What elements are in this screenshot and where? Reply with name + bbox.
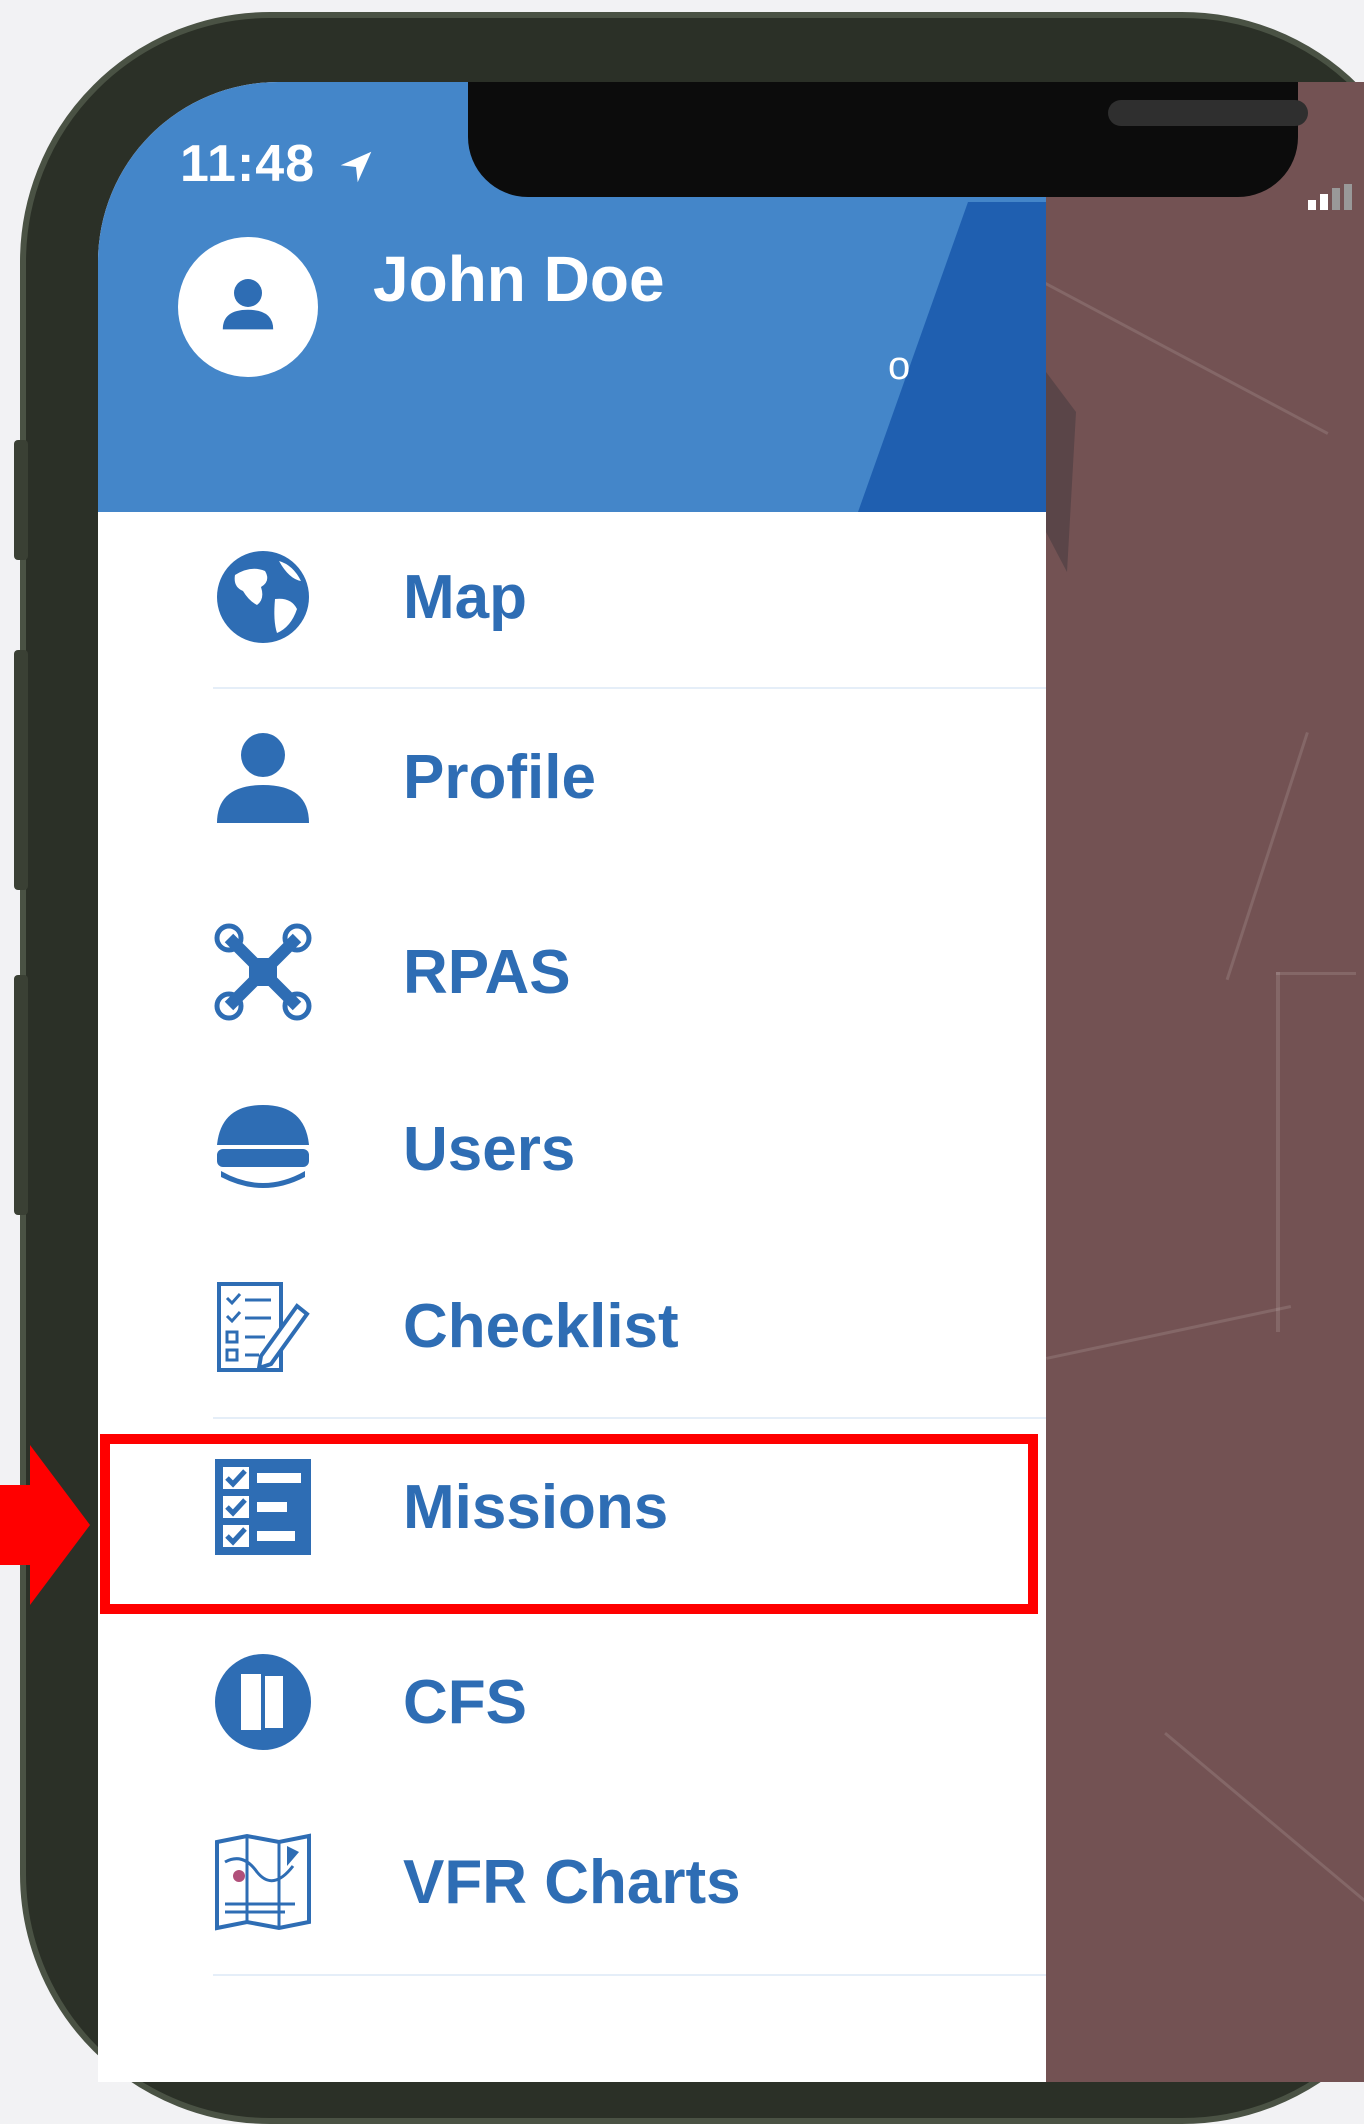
status-time-text: 11:48 xyxy=(180,135,316,193)
menu-item-label: RPAS xyxy=(403,938,571,1007)
menu-item-map[interactable]: Map xyxy=(98,512,1046,682)
menu-item-label: Profile xyxy=(403,743,596,812)
speaker-grille xyxy=(1108,100,1308,126)
menu-item-label: CFS xyxy=(403,1668,527,1737)
red-arrow-pointer-icon xyxy=(0,1445,90,1605)
menu-item-label: Checklist xyxy=(403,1292,679,1361)
user-avatar-icon xyxy=(222,279,274,330)
side-button-volume-down xyxy=(14,975,28,1215)
avatar[interactable] xyxy=(178,237,318,377)
side-button-mute xyxy=(14,440,28,560)
side-button-volume-up xyxy=(14,650,28,890)
user-subtitle: o xyxy=(888,344,911,388)
menu-item-label: Map xyxy=(403,563,527,632)
menu-item-users[interactable]: Users xyxy=(98,1064,1046,1234)
drone-icon xyxy=(214,923,312,1021)
person-icon xyxy=(217,733,309,823)
menu-item-profile[interactable]: Profile xyxy=(98,692,1046,862)
checklist-icon xyxy=(217,1282,310,1372)
status-time: 11:48 xyxy=(180,134,373,194)
missions-highlight-box xyxy=(100,1434,1038,1614)
user-name: John Doe xyxy=(373,243,665,315)
location-arrow-icon xyxy=(340,151,371,183)
menu-item-label: Users xyxy=(403,1115,576,1184)
navigation-drawer: 11:48 John Doe o Map Profile RPAS Users … xyxy=(98,82,1046,2082)
globe-icon xyxy=(217,551,309,643)
signal-icon xyxy=(1308,184,1352,210)
menu-item-vfr-charts[interactable]: VFR Charts xyxy=(98,1797,1046,1967)
menu-item-rpas[interactable]: RPAS xyxy=(98,887,1046,1057)
menu-item-cfs[interactable]: CFS xyxy=(98,1617,1046,1787)
divider xyxy=(213,1974,1046,1976)
pilot-cap-icon xyxy=(217,1105,309,1188)
vfr-chart-icon xyxy=(215,1833,311,1931)
divider xyxy=(213,687,1046,689)
phone-notch xyxy=(468,82,1308,197)
cfs-book-icon xyxy=(215,1654,311,1750)
divider xyxy=(213,1417,1046,1419)
map-background-overlay[interactable] xyxy=(1044,82,1364,2082)
menu-item-label: VFR Charts xyxy=(403,1848,741,1917)
phone-screen: 11:48 John Doe o Map Profile RPAS Users … xyxy=(98,82,1364,2082)
menu-item-checklist[interactable]: Checklist xyxy=(98,1241,1046,1411)
